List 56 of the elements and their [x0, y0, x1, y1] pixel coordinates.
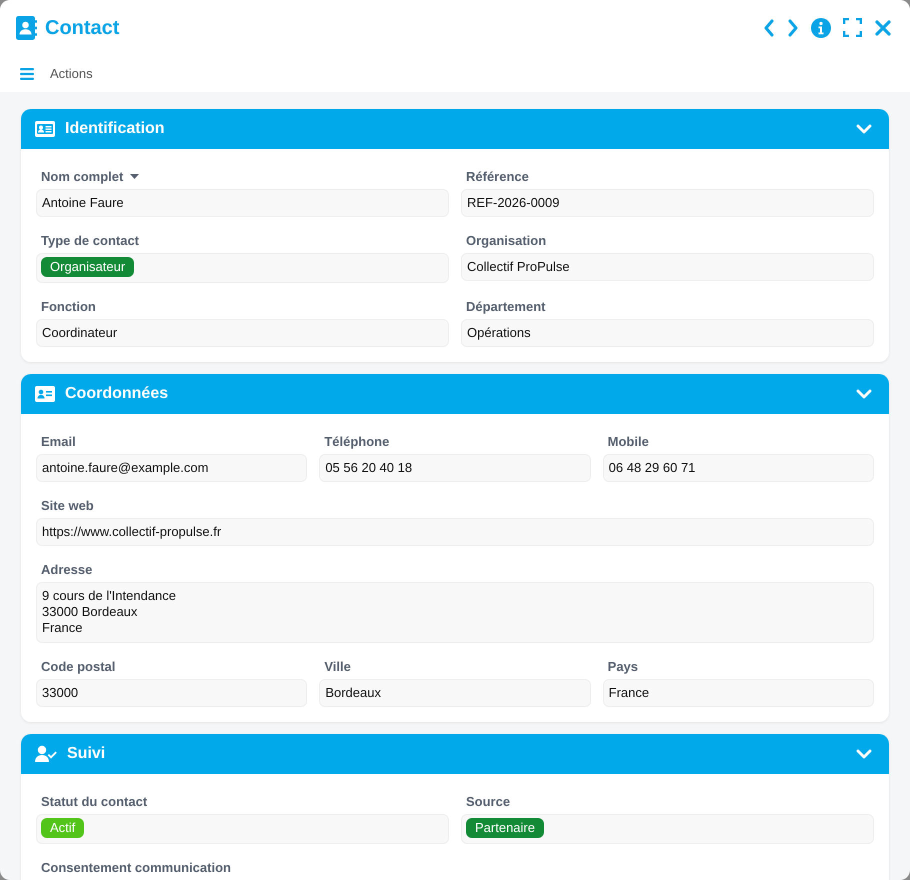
user-check-icon: [35, 745, 57, 763]
section-title: Coordonnées: [65, 384, 168, 404]
next-button[interactable]: [787, 18, 799, 36]
status-tag: Organisateur: [41, 257, 134, 277]
field-label: Code postal: [41, 659, 116, 675]
field-label: Type de contact: [41, 233, 140, 249]
field-label: Ville: [324, 659, 351, 675]
menu-icon: [20, 68, 34, 80]
field-label: Site web: [41, 498, 94, 514]
field-label: Téléphone: [324, 434, 390, 450]
fullscreen-button[interactable]: [843, 18, 862, 37]
value-field: France: [602, 679, 874, 707]
value-field: Opérations: [461, 319, 874, 347]
field-label: Pays: [608, 659, 638, 675]
field-label: Consentement communication: [41, 860, 231, 876]
field-label: Adresse: [41, 562, 92, 578]
chevron-left-icon: [763, 18, 775, 36]
chevron-right-icon: [787, 18, 799, 36]
field-label: Mobile: [608, 434, 649, 450]
section-title: Identification: [65, 119, 165, 139]
previous-button[interactable]: [763, 18, 775, 36]
close-button[interactable]: [874, 18, 892, 36]
field-label: Email: [41, 434, 76, 450]
field-label: Organisation: [466, 233, 546, 249]
id-card-icon: [35, 121, 55, 137]
field-label: Référence: [466, 169, 529, 185]
field-label: Département: [466, 299, 546, 315]
field-label: Nom complet: [41, 169, 124, 185]
section-title: Suivi: [67, 744, 106, 764]
actions-menu-link[interactable]: Actions: [50, 64, 93, 84]
value-field: Coordinateur: [36, 319, 449, 347]
address-field: 9 cours de l'Intendance 33000 Bordeaux France: [36, 582, 874, 643]
value-field: https://www.collectif-propulse.fr: [36, 518, 874, 546]
address-card-icon: [35, 386, 55, 402]
section-header[interactable]: Suivi: [21, 734, 889, 774]
value-field: Collectif ProPulse: [461, 253, 874, 281]
field-label: Statut du contact: [41, 794, 148, 810]
value-field: Antoine Faure: [36, 189, 449, 217]
close-icon: [874, 18, 892, 36]
info-button[interactable]: [811, 18, 831, 38]
value-field: REF-2026-0009: [461, 189, 874, 217]
section-header[interactable]: Coordonnées: [21, 374, 889, 414]
field-label: Source: [466, 794, 510, 810]
value-field: 33000: [36, 679, 308, 707]
status-tag: Partenaire: [466, 818, 544, 838]
status-tag: Actif: [41, 818, 84, 838]
expand-icon: [843, 18, 862, 37]
info-icon: [811, 18, 831, 38]
contact-book-icon: [16, 16, 37, 40]
value-field: Bordeaux: [319, 679, 591, 707]
value-field: 05 56 20 40 18: [319, 454, 591, 482]
value-field: antoine.faure@example.com: [36, 454, 308, 482]
value-field: 06 48 29 60 71: [602, 454, 874, 482]
section-header[interactable]: Identification: [21, 109, 889, 149]
field-label: Fonction: [41, 299, 96, 315]
window-title: Contact: [45, 16, 120, 40]
